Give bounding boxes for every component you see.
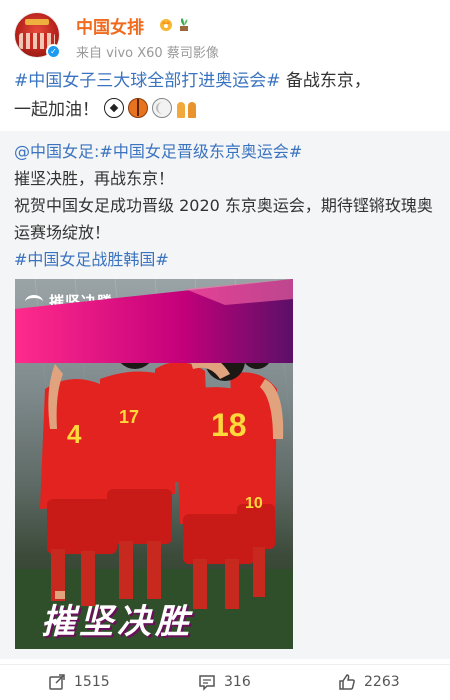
like-count: 2263 xyxy=(364,674,400,690)
crown-badge-icon[interactable] xyxy=(158,16,174,32)
repost-count: 1515 xyxy=(74,674,110,690)
repost-hashtag-2[interactable]: #中国女足战胜韩国# xyxy=(14,250,169,269)
repost-button[interactable]: 1515 xyxy=(48,673,110,691)
username[interactable]: 中国女排 xyxy=(76,13,144,38)
repost-hashtag-1[interactable]: #中国女足晋级东京奥运会# xyxy=(99,142,302,161)
post-text-main: 备战东京， xyxy=(280,71,371,91)
banner-text: 摧坚决胜 xyxy=(41,602,193,642)
basketball-icon xyxy=(128,98,149,118)
source-prefix: 来自 xyxy=(76,46,103,61)
comment-button[interactable]: 316 xyxy=(198,673,251,691)
post-text-line2: 一起加油！ xyxy=(14,100,99,120)
repost-text: @中国女足:#中国女足晋级东京奥运会# 摧坚决胜，再战东京！ 祝贺中国女足成功晋… xyxy=(14,138,440,273)
jersey-number-10: 10 xyxy=(245,495,263,512)
jersey-number-18: 18 xyxy=(211,407,247,443)
repost-photo[interactable]: 4 17 18 10 摧坚决勝 摧坚决胜 xyxy=(15,279,293,649)
team-icon xyxy=(176,98,198,118)
jersey-number-17: 17 xyxy=(119,407,140,427)
comment-icon xyxy=(199,675,215,691)
action-bar: 1515 316 2263 xyxy=(0,664,450,700)
post-text: #中国女子三大球全部打进奥运会# 备战东京， 一起加油！ xyxy=(14,67,436,125)
reposted-card[interactable]: @中国女足:#中国女足晋级东京奥运会# 摧坚决胜，再战东京！ 祝贺中国女足成功晋… xyxy=(0,131,450,659)
repost-line-1: 摧坚决胜，再战东京！ xyxy=(14,169,175,188)
repost-line-2: 祝贺中国女足成功晋级 2020 东京奥运会，期待铿锵玫瑰奥运赛场绽放！ xyxy=(14,196,433,242)
verified-icon: ✓ xyxy=(46,44,61,59)
volleyball-icon xyxy=(152,98,173,118)
post-source: 来自 vivo X60 蔡司影像 xyxy=(76,42,219,61)
like-icon xyxy=(339,674,355,690)
avatar-banner xyxy=(25,19,49,25)
plant-badge-icon[interactable] xyxy=(176,16,192,32)
jersey-number-4: 4 xyxy=(67,419,82,449)
photo-banner xyxy=(15,279,293,363)
post-hashtag[interactable]: #中国女子三大球全部打进奥运会# xyxy=(14,71,281,91)
comment-count: 316 xyxy=(224,674,251,690)
repost-mention[interactable]: @中国女足 xyxy=(14,142,94,161)
repost-icon xyxy=(49,674,65,690)
source-device[interactable]: vivo X60 蔡司影像 xyxy=(106,46,219,61)
post-header: ✓ 中国女排 来自 vivo X60 蔡司影像 xyxy=(0,0,450,66)
soccer-ball-icon xyxy=(104,98,125,118)
like-button[interactable]: 2263 xyxy=(338,673,400,691)
